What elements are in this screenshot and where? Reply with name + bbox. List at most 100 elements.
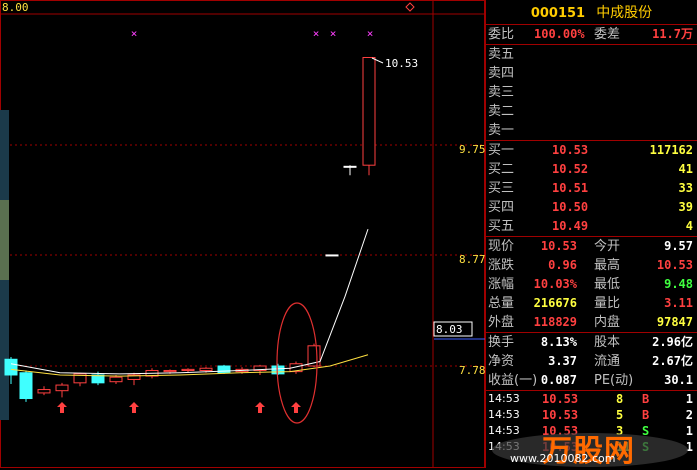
stat-value: 10.03% [533,277,577,291]
weicha-label: 委差 [594,27,621,42]
stat-label-2: 内盘 [594,315,621,330]
stat-label: 现价 [488,239,515,254]
quote-stats: 现价 10.53 今开 9.57 涨跌 0.96 最高 10.53 涨幅 10.03% 最低 9.48… [486,237,697,333]
stat-value: 118829 [533,315,577,329]
candle-body [109,376,123,383]
weicha-value: 11.7万 [652,27,693,41]
tick-volume: 5 [616,408,624,422]
sell-label: 卖三 [488,85,515,100]
buy-label: 买五 [488,219,515,234]
candle-body [199,367,213,371]
buy-label: 买三 [488,181,515,196]
stat-label: 涨幅 [488,277,515,292]
buy-price: 10.50 [552,200,589,214]
tick-count: 2 [685,408,693,422]
tick-volume: 8 [616,392,624,406]
buy-volume: 41 [678,162,693,176]
kline-svg: 8.00 9.75 8.77 7.78 8.03 × × × × 10.53 [0,0,485,468]
sell-row: 卖五 [486,45,697,64]
fund-value: 8.13% [540,335,577,349]
up-arrow-icon [291,402,301,413]
stat-value-2: 9.48 [664,277,693,291]
fund-value-2: 2.67亿 [652,354,693,368]
fund-label: 净资 [488,354,515,369]
fundamental-row: 换手 8.13% 股本 2.96亿 [486,333,697,352]
price-level-label: 8.77 [459,253,485,266]
weibi-label: 委比 [488,27,515,42]
fund-label-2: 流通 [594,354,621,369]
stat-label-2: 量比 [594,296,621,311]
current-price-label: 8.03 [436,323,463,336]
fund-value-2: 30.1 [664,373,693,387]
tick-flag: B [642,392,650,406]
buy-volume: 4 [685,219,693,233]
buy-price: 10.49 [552,219,589,233]
candle-body [163,369,177,373]
stat-label-2: 最高 [594,258,621,273]
fund-label: 收益(一) [488,373,538,388]
candle-body [37,389,51,394]
stat-label: 涨跌 [488,258,515,273]
tick-row: 14:53 10.53 8 B 1 [486,391,697,407]
candle-body [4,358,18,376]
stat-value: 216676 [533,296,577,310]
buy-row: 买二 10.52 41 [486,160,697,179]
diamond-icon [405,2,415,12]
watermark-url: www.2010082.com [510,452,616,465]
kline-chart[interactable]: 8.00 9.75 8.77 7.78 8.03 × × × × 10.53 [0,0,485,468]
fund-value-2: 2.96亿 [652,335,693,349]
max-price-annotation: 10.53 [385,57,418,70]
sell-row: 卖一 [486,121,697,140]
sell-row: 卖四 [486,64,697,83]
fund-label-2: PE(动) [594,373,634,388]
price-level-label: 7.78 [459,364,485,377]
buy-orders: 买一 10.53 117162 买二 10.52 41 买三 10.51 33 买四 10.50 39… [486,141,697,237]
tick-flag: B [642,408,650,422]
tick-time: 14:53 [488,408,520,421]
top-price-label: 8.00 [2,1,29,14]
fund-label-2: 股本 [594,335,621,350]
candle-body [19,372,33,400]
signal-marker: × [367,27,374,40]
price-level-label: 9.75 [459,143,485,156]
candle-body [325,254,339,257]
fund-label: 换手 [488,335,515,350]
fund-value: 3.37 [548,354,577,368]
sell-orders: 卖五 卖四 卖三 卖二 卖一 [486,45,697,141]
stat-label-2: 今开 [594,239,621,254]
sell-label: 卖一 [488,123,515,138]
tick-price: 10.53 [542,392,579,406]
buy-label: 买四 [488,200,515,215]
sell-row: 卖三 [486,83,697,102]
buy-label: 买二 [488,162,515,177]
fundamental-stats: 换手 8.13% 股本 2.96亿净资 3.37 流通 2.67亿收益(一) 0.087 PE(… [486,333,697,391]
fundamental-row: 收益(一) 0.087 PE(动) 30.1 [486,371,697,390]
stat-value-2: 97847 [656,315,693,329]
tick-count: 1 [685,392,693,406]
fund-value: 0.087 [540,373,577,387]
stock-header: 000151 中成股份 [486,0,697,25]
candle-body [181,368,195,371]
stat-value-2: 3.11 [664,296,693,310]
up-arrow-icon [57,402,67,413]
candle-body [55,384,69,392]
buy-volume: 33 [678,181,693,195]
stat-row: 外盘 118829 内盘 97847 [486,313,697,332]
buy-row: 买四 10.50 39 [486,198,697,217]
stat-value-2: 9.57 [664,239,693,253]
stat-row: 涨跌 0.96 最高 10.53 [486,256,697,275]
stock-code: 000151 [530,6,586,21]
tick-price: 10.53 [542,408,579,422]
buy-row: 买五 10.49 4 [486,217,697,236]
buy-price: 10.51 [552,181,589,195]
buy-label: 买一 [488,143,515,158]
fundamental-row: 净资 3.37 流通 2.67亿 [486,352,697,371]
stat-value: 10.53 [540,239,577,253]
buy-volume: 117162 [649,143,693,157]
stat-row: 总量 216676 量比 3.11 [486,294,697,313]
chart-frame [0,0,485,468]
stat-row: 涨幅 10.03% 最低 9.48 [486,275,697,294]
candle-body [362,56,376,166]
stock-name: 中成股份 [596,5,653,21]
stat-value-2: 10.53 [656,258,693,272]
